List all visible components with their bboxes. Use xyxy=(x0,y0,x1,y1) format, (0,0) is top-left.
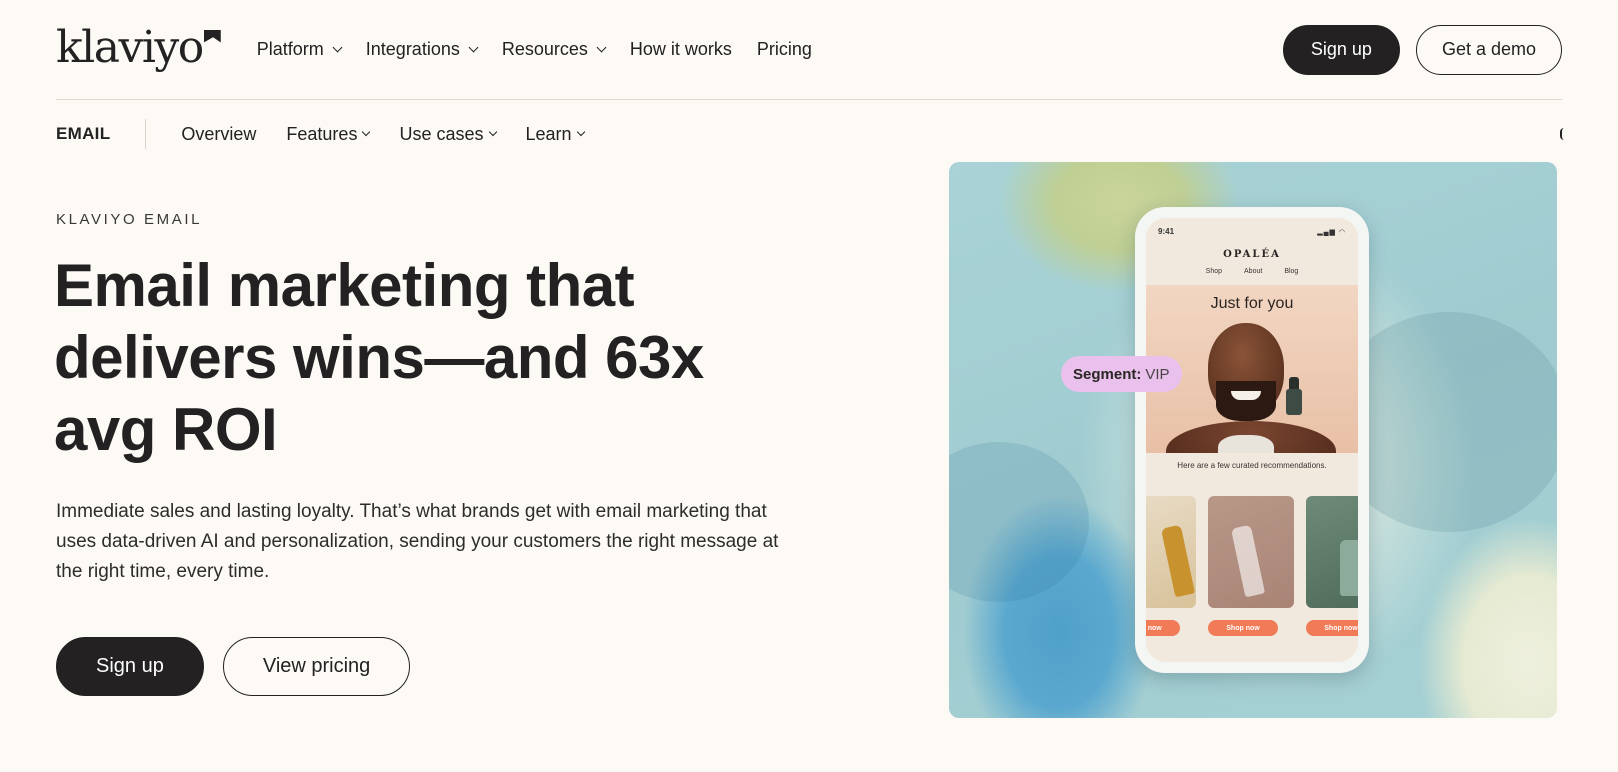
store-nav: Shop About Blog xyxy=(1146,268,1358,275)
email-card-title: Just for you xyxy=(1210,295,1294,312)
store-name: OPALÉA xyxy=(1223,249,1281,260)
chevron-down-icon xyxy=(488,127,497,137)
model-smile xyxy=(1231,391,1261,400)
nav-item-platform[interactable]: Platform xyxy=(256,39,343,60)
shop-now-button[interactable]: Shop now xyxy=(1306,620,1358,636)
product-card xyxy=(1208,496,1294,608)
product-image xyxy=(1160,524,1196,598)
nav-item-integrations[interactable]: Integrations xyxy=(365,39,479,60)
product-card xyxy=(1146,496,1196,608)
serum-bottle xyxy=(1286,389,1302,415)
chevron-down-icon xyxy=(362,127,371,137)
subnav-item-label: Overview xyxy=(181,123,257,144)
phone-screen: 9:41 ▂▄▆ ◠ OPALÉA Shop About Blog Just f… xyxy=(1146,218,1358,662)
subnav-divider xyxy=(145,119,147,149)
model-beard xyxy=(1216,381,1276,421)
nav-item-label: Integrations xyxy=(365,39,460,59)
view-pricing-button[interactable]: View pricing xyxy=(222,637,411,696)
product-image xyxy=(1230,524,1266,598)
sub-nav: EMAIL Overview Features Use cases Learn xyxy=(56,100,1562,168)
subnav-item-features[interactable]: Features xyxy=(286,123,371,145)
nav-item-label: Resources xyxy=(501,39,588,59)
signal-wifi-icon: ▂▄▆ ◠ xyxy=(1317,229,1346,236)
logo-flag-icon xyxy=(203,29,221,43)
logo-text: klaviyo xyxy=(56,21,204,73)
hero-image: 9:41 ▂▄▆ ◠ OPALÉA Shop About Blog Just f… xyxy=(949,162,1557,718)
klaviyo-logo[interactable]: klaviyo xyxy=(56,21,221,73)
nav-item-label: Platform xyxy=(256,39,324,59)
subnav-item-overview[interactable]: Overview xyxy=(181,124,256,145)
store-nav-item: About xyxy=(1244,268,1263,275)
subnav-scroll-indicator xyxy=(1560,128,1564,140)
subnav-item-use-cases[interactable]: Use cases xyxy=(399,123,497,145)
recommendations-text: Here are a few curated recommendations. xyxy=(1177,461,1327,470)
get-demo-button[interactable]: Get a demo xyxy=(1415,24,1562,75)
product-card xyxy=(1306,496,1358,608)
hero-actions: Sign up View pricing xyxy=(56,637,411,696)
nav-item-pricing[interactable]: Pricing xyxy=(757,39,812,60)
chevron-down-icon xyxy=(332,42,343,53)
nav-actions: Sign up Get a demo xyxy=(1282,24,1562,75)
model-shirt xyxy=(1218,435,1274,453)
nav-item-resources[interactable]: Resources xyxy=(501,39,607,60)
main-nav: Platform Integrations Resources How it w… xyxy=(257,39,837,60)
shop-buttons: Shop now Shop now Shop now xyxy=(1146,620,1358,636)
texture-shadow xyxy=(949,442,1089,602)
hero-headline: Email marketing that delivers wins—and 6… xyxy=(54,252,704,463)
product-carousel xyxy=(1146,496,1358,608)
shop-now-button[interactable]: Shop now xyxy=(1208,620,1278,636)
segment-badge: Segment: VIP xyxy=(1061,356,1182,392)
hero-signup-button[interactable]: Sign up xyxy=(56,637,204,696)
nav-item-label: How it works xyxy=(629,39,732,59)
product-image xyxy=(1340,540,1358,596)
hero-body: Immediate sales and lasting loyalty. Tha… xyxy=(56,501,779,582)
chevron-down-icon xyxy=(596,42,607,53)
subnav-item-label: Use cases xyxy=(399,123,484,144)
nav-item-how-it-works[interactable]: How it works xyxy=(630,39,732,60)
hero-eyebrow: KLAVIYO EMAIL xyxy=(56,211,203,228)
shop-now-button[interactable]: Shop now xyxy=(1146,620,1180,636)
top-nav: klaviyo Platform Integrations Resources … xyxy=(56,0,1562,100)
chevron-down-icon xyxy=(468,42,479,53)
subnav-item-learn[interactable]: Learn xyxy=(525,123,585,145)
nav-item-label: Pricing xyxy=(756,39,812,59)
store-nav-item: Shop xyxy=(1205,268,1223,275)
subnav-section-title: EMAIL xyxy=(56,124,111,143)
chevron-down-icon xyxy=(576,127,585,137)
signup-button[interactable]: Sign up xyxy=(1282,24,1400,75)
subnav-item-label: Learn xyxy=(525,123,572,144)
segment-value: VIP xyxy=(1145,365,1170,383)
status-time: 9:41 xyxy=(1158,227,1175,236)
segment-label: Segment: xyxy=(1073,365,1142,383)
store-nav-item: Blog xyxy=(1284,268,1299,275)
phone-mockup: 9:41 ▂▄▆ ◠ OPALÉA Shop About Blog Just f… xyxy=(1135,207,1369,673)
subnav-item-label: Features xyxy=(286,123,358,144)
